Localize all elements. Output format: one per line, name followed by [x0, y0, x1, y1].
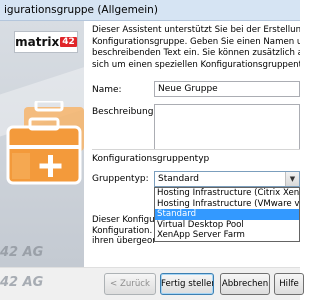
window-title: igurationsgruppe (Allgemein) [4, 4, 158, 16]
group-type-select[interactable]: Standard ▼ [154, 171, 300, 187]
description-input[interactable] [154, 104, 300, 150]
name-label: Name: [92, 85, 122, 95]
title-bar: igurationsgruppe (Allgemein) [0, 0, 300, 21]
group-type-value: Standard [158, 174, 199, 184]
dropdown-option[interactable]: Hosting Infrastructure (VMware vSphere) [155, 199, 299, 210]
wizard-content: Dieser Assistent unterstützt Sie bei der… [84, 21, 300, 267]
dropdown-option[interactable]: Virtual Desktop Pool [155, 220, 299, 231]
cancel-button[interactable]: Abbrechen [220, 273, 270, 295]
description-line: beschreibenden Text ein. Sie können zusä… [92, 48, 300, 58]
wizard-description: Dieser Assistent unterstützt Sie bei der… [92, 25, 300, 71]
dropdown-option-selected[interactable]: Standard [155, 209, 299, 220]
separator [92, 149, 300, 150]
description-label: Beschreibung: [92, 107, 157, 117]
note-line: Dieser Konfigurati [92, 215, 154, 225]
finish-button[interactable]: Fertig stellen [160, 273, 214, 295]
section-title: Konfigurationsgruppentyp [92, 154, 210, 164]
matrix42-logo: matrix 42 [14, 31, 78, 53]
logo-badge: 42 [60, 37, 77, 47]
wizard-sidebar: matrix 42 42 AG [0, 21, 84, 267]
group-type-note: Dieser Konfigurati Konfiguration. Unt ih… [92, 215, 154, 247]
description-line: Konfigurationsgruppe. Geben Sie einen Na… [92, 36, 300, 47]
dropdown-option[interactable]: Hosting Infrastructure (Citrix XenServer… [155, 188, 299, 199]
sidebar-company: 42 AG [0, 245, 44, 260]
group-type-dropdown: Hosting Infrastructure (Citrix XenServer… [154, 187, 300, 242]
description-line: sich um einen speziellen Konfigurationsg… [92, 59, 300, 70]
logo-text: matrix [15, 35, 60, 49]
note-line: Konfiguration. Unt [92, 225, 154, 236]
back-button[interactable]: < Zurück [104, 273, 156, 295]
name-input[interactable]: Neue Gruppe [154, 81, 300, 97]
chevron-down-icon[interactable]: ▼ [285, 172, 299, 186]
briefcase-add-icon [6, 101, 84, 185]
group-type-label: Gruppentyp: [92, 174, 149, 184]
description-line: Dieser Assistent unterstützt Sie bei der… [92, 25, 300, 35]
note-line: ihren übergeordne [92, 236, 154, 246]
help-button[interactable]: Hilfe [274, 273, 304, 295]
wizard-footer: 42 AG < Zurück Fertig stellen Abbrechen … [0, 267, 304, 300]
footer-company: 42 AG [0, 275, 44, 290]
dropdown-option[interactable]: XenApp Server Farm [155, 230, 299, 241]
